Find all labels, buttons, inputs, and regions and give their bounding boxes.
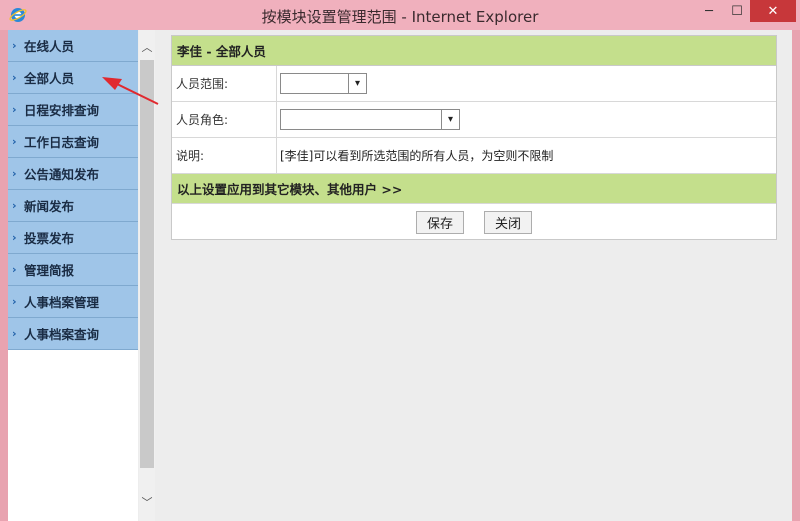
- chevron-right-icon: ›: [12, 103, 17, 116]
- sidebar-item-label: 全部人员: [24, 71, 75, 86]
- scroll-thumb[interactable]: [140, 60, 154, 468]
- chevron-down-icon[interactable]: ▾: [441, 110, 459, 129]
- window-client: › 在线人员 › 全部人员 › 日程安排查询 › 工作日志查询 › 公告通知发布 › 新闻发布 › 投票发…: [8, 30, 792, 521]
- save-button[interactable]: 保存: [415, 210, 464, 234]
- scroll-down-icon[interactable]: ﹀: [139, 493, 155, 511]
- sidebar-item-label: 人事档案查询: [24, 327, 100, 342]
- sidebar-item[interactable]: › 在线人员: [8, 30, 138, 62]
- chevron-right-icon: ›: [12, 39, 17, 52]
- chevron-right-icon: ›: [12, 263, 17, 276]
- sidebar-item[interactable]: › 日程安排查询: [8, 94, 138, 126]
- panel-title: 李佳 - 全部人员: [172, 36, 776, 66]
- chevron-down-icon[interactable]: ▾: [348, 74, 366, 93]
- sidebar-item[interactable]: › 人事档案管理: [8, 286, 138, 318]
- sidebar-item-label: 日程安排查询: [24, 103, 100, 118]
- close-window-button[interactable]: ✕: [750, 0, 796, 22]
- sidebar-item[interactable]: › 管理简报: [8, 254, 138, 286]
- apply-to-other-modules-link[interactable]: 以上设置应用到其它模块、其他用户 >>: [172, 174, 776, 204]
- sidebar-item[interactable]: › 新闻发布: [8, 190, 138, 222]
- sidebar-nav: › 在线人员 › 全部人员 › 日程安排查询 › 工作日志查询 › 公告通知发布 › 新闻发布 › 投票发…: [8, 30, 138, 521]
- range-row: 人员范围: ▾: [172, 66, 776, 102]
- scroll-up-icon[interactable]: ︿: [139, 38, 155, 56]
- range-label: 人员范围:: [172, 66, 277, 101]
- chevron-right-icon: ›: [12, 71, 17, 84]
- range-select[interactable]: ▾: [280, 73, 367, 94]
- role-row: 人员角色: ▾: [172, 102, 776, 138]
- sidebar-item-label: 新闻发布: [24, 199, 75, 214]
- sidebar-item-label: 在线人员: [24, 39, 75, 54]
- sidebar-item[interactable]: › 人事档案查询: [8, 318, 138, 350]
- window-title: 按模块设置管理范围 - Internet Explorer: [261, 8, 539, 26]
- title-bar: 按模块设置管理范围 - Internet Explorer ─ ☐ ✕: [0, 0, 800, 30]
- sidebar-item-label: 投票发布: [24, 231, 75, 246]
- note-row: 说明: [李佳]可以看到所选范围的所有人员，为空则不限制: [172, 138, 776, 174]
- sidebar-item-label: 管理简报: [24, 263, 75, 278]
- chevron-right-icon: ›: [12, 135, 17, 148]
- chevron-right-icon: ›: [12, 199, 17, 212]
- chevron-right-icon: ›: [12, 231, 17, 244]
- sidebar-item[interactable]: › 全部人员: [8, 62, 138, 94]
- sidebar-item-label: 工作日志查询: [24, 135, 100, 150]
- settings-panel: 李佳 - 全部人员 人员范围: ▾ 人员角色: ▾ 说明: [李佳]可以看到所选…: [171, 35, 777, 240]
- maximize-button[interactable]: ☐: [723, 0, 751, 22]
- sidebar-item[interactable]: › 公告通知发布: [8, 158, 138, 190]
- sidebar-item-label: 公告通知发布: [24, 167, 100, 182]
- note-label: 说明:: [172, 138, 277, 173]
- frame-divider: [155, 30, 171, 521]
- sidebar-item[interactable]: › 投票发布: [8, 222, 138, 254]
- sidebar-scrollbar[interactable]: ︿ ﹀: [139, 30, 155, 521]
- chevron-right-icon: ›: [12, 295, 17, 308]
- button-row: 保存 关闭: [172, 204, 776, 240]
- role-label: 人员角色:: [172, 102, 277, 137]
- close-button[interactable]: 关闭: [484, 210, 533, 234]
- sidebar-item[interactable]: › 工作日志查询: [8, 126, 138, 158]
- minimize-button[interactable]: ─: [695, 0, 723, 22]
- chevron-right-icon: ›: [12, 327, 17, 340]
- sidebar-item-label: 人事档案管理: [24, 295, 100, 310]
- chevron-right-icon: ›: [12, 167, 17, 180]
- note-text: [李佳]可以看到所选范围的所有人员，为空则不限制: [280, 149, 554, 163]
- role-select[interactable]: ▾: [280, 109, 460, 130]
